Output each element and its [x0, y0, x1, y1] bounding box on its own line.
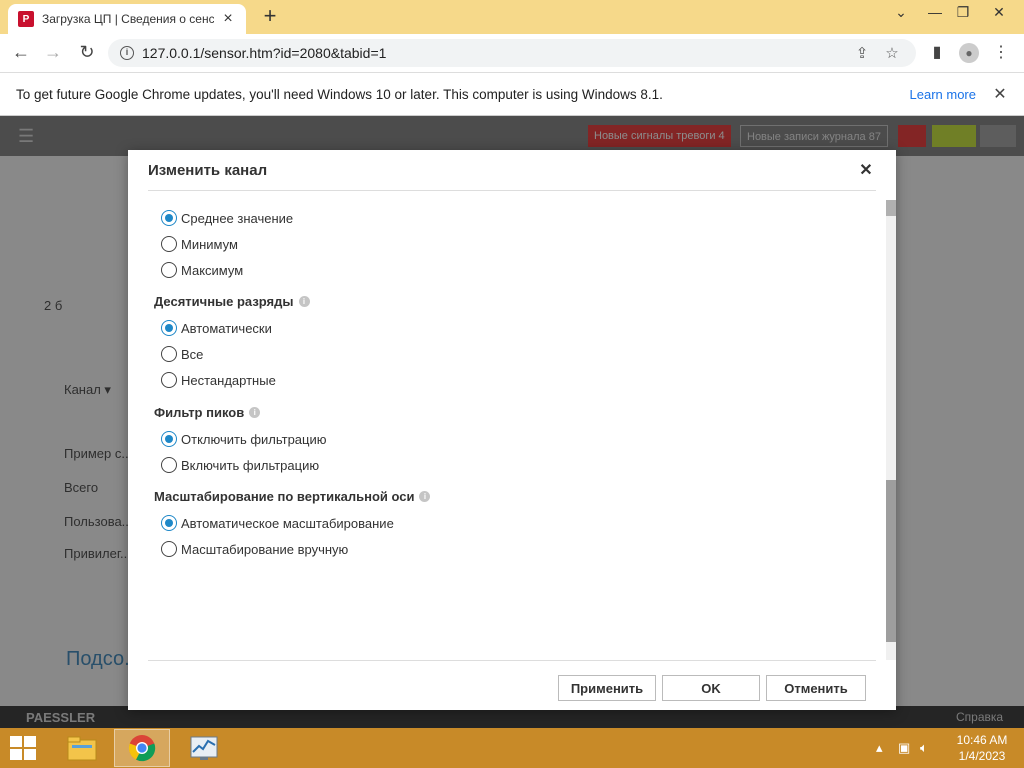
reload-button[interactable]: ↻: [74, 41, 100, 65]
radio-checked-icon[interactable]: [161, 431, 177, 447]
radio-label: Все: [181, 346, 204, 362]
browser-tab[interactable]: P Загрузка ЦП | Сведения о сенсоре ×: [8, 4, 246, 34]
dialog-header: Изменить канал ✕: [148, 150, 876, 191]
windows-start-icon[interactable]: [10, 736, 36, 760]
radio-minimum[interactable]: Минимум: [161, 234, 238, 254]
share-icon[interactable]: ⇪: [850, 44, 874, 62]
new-tab-button[interactable]: +: [258, 5, 282, 29]
radio-label: Автоматическое масштабирование: [181, 515, 394, 531]
forward-button[interactable]: →: [40, 41, 66, 65]
dialog-scrollbar[interactable]: [886, 200, 896, 660]
side-panel-icon[interactable]: ▮: [924, 41, 950, 65]
radio-label: Отключить фильтрацию: [181, 431, 327, 447]
radio-scale-manual[interactable]: Масштабирование вручную: [161, 539, 348, 559]
performance-monitor-icon[interactable]: [176, 729, 232, 767]
taskbar-clock[interactable]: 10:46 AM 1/4/2023: [950, 732, 1014, 764]
radio-label: Нестандартные: [181, 372, 276, 388]
radio-label: Включить фильтрацию: [181, 457, 320, 473]
infobar-close-icon[interactable]: ✕: [992, 84, 1008, 104]
dialog-close-icon[interactable]: ✕: [856, 160, 876, 180]
cancel-button[interactable]: Отменить: [766, 675, 866, 701]
edit-channel-dialog: Изменить канал ✕ Среднее значение Миниму…: [128, 150, 896, 710]
radio-label: Автоматически: [181, 320, 272, 336]
address-bar[interactable]: i 127.0.0.1/sensor.htm?id=2080&tabid=1 ⇪…: [108, 39, 916, 67]
clock-time: 10:46 AM: [956, 733, 1008, 747]
decimal-places-label: Десятичные разряды i: [154, 294, 310, 309]
file-explorer-icon[interactable]: [54, 729, 110, 767]
radio-decimal-all[interactable]: Все: [161, 344, 203, 364]
bookmark-star-icon[interactable]: ☆: [880, 44, 904, 62]
radio-scale-auto[interactable]: Автоматическое масштабирование: [161, 513, 394, 533]
radio-label: Среднее значение: [181, 210, 294, 226]
dialog-footer: Применить OK Отменить: [148, 660, 876, 710]
browser-titlebar: P Загрузка ЦП | Сведения о сенсоре × + ⌄…: [0, 0, 1024, 34]
radio-unchecked-icon[interactable]: [161, 346, 177, 362]
info-icon[interactable]: i: [249, 407, 261, 418]
tab-search-chevron-icon[interactable]: ⌄: [884, 0, 918, 30]
info-icon[interactable]: i: [419, 491, 431, 502]
network-icon[interactable]: ▣: [898, 728, 910, 768]
dialog-title: Изменить канал: [148, 161, 268, 179]
radio-average[interactable]: Среднее значение: [161, 208, 293, 228]
radio-checked-icon[interactable]: [161, 210, 177, 226]
radio-decimal-custom[interactable]: Нестандартные: [161, 370, 276, 390]
section-label-text: Масштабирование по вертикальной оси: [154, 489, 415, 504]
info-icon[interactable]: i: [298, 296, 310, 307]
restore-button[interactable]: ❐: [946, 0, 980, 30]
windows-taskbar: ▴ ▣ 🔈︎ 10:46 AM 1/4/2023: [0, 728, 1024, 768]
radio-label: Минимум: [181, 236, 238, 252]
profile-avatar-icon[interactable]: ●: [956, 41, 982, 65]
scrollbar-thumb[interactable]: [886, 480, 896, 642]
learn-more-link[interactable]: Learn more: [910, 87, 976, 102]
vertical-scaling-label: Масштабирование по вертикальной оси i: [154, 489, 431, 504]
chrome-menu-icon[interactable]: ⋮: [988, 41, 1014, 65]
close-window-button[interactable]: ✕: [982, 0, 1016, 30]
chrome-taskbar-icon[interactable]: [114, 729, 170, 767]
radio-decimal-auto[interactable]: Автоматически: [161, 318, 272, 338]
dialog-body: Среднее значение Минимум Максимум Десяти…: [148, 200, 876, 655]
prtg-favicon-icon: P: [18, 11, 34, 27]
scrollbar-top-segment[interactable]: [886, 200, 896, 216]
update-infobar: To get future Google Chrome updates, you…: [0, 72, 1024, 116]
url-text[interactable]: 127.0.0.1/sensor.htm?id=2080&tabid=1: [142, 45, 844, 61]
site-info-icon[interactable]: i: [120, 46, 134, 60]
infobar-message: To get future Google Chrome updates, you…: [16, 86, 663, 102]
browser-toolbar: ← → ↻ i 127.0.0.1/sensor.htm?id=2080&tab…: [0, 34, 1024, 72]
radio-checked-icon[interactable]: [161, 515, 177, 531]
radio-checked-icon[interactable]: [161, 320, 177, 336]
spike-filter-label: Фильтр пиков i: [154, 405, 261, 420]
back-button[interactable]: ←: [8, 41, 34, 65]
tab-title: Загрузка ЦП | Сведения о сенсоре: [42, 12, 214, 26]
radio-unchecked-icon[interactable]: [161, 372, 177, 388]
tray-overflow-icon[interactable]: ▴: [876, 728, 883, 768]
section-label-text: Десятичные разряды: [154, 294, 294, 309]
section-label-text: Фильтр пиков: [154, 405, 245, 420]
volume-icon[interactable]: 🔈︎: [920, 728, 928, 768]
radio-label: Максимум: [181, 262, 244, 278]
radio-unchecked-icon[interactable]: [161, 236, 177, 252]
ok-button[interactable]: OK: [662, 675, 760, 701]
tab-close-icon[interactable]: ×: [220, 10, 236, 28]
clock-date: 1/4/2023: [958, 749, 1006, 763]
radio-label: Масштабирование вручную: [181, 541, 349, 557]
radio-maximum[interactable]: Максимум: [161, 260, 243, 280]
apply-button[interactable]: Применить: [558, 675, 656, 701]
radio-unchecked-icon[interactable]: [161, 541, 177, 557]
radio-unchecked-icon[interactable]: [161, 262, 177, 278]
radio-filter-on[interactable]: Включить фильтрацию: [161, 455, 319, 475]
radio-filter-off[interactable]: Отключить фильтрацию: [161, 429, 327, 449]
radio-unchecked-icon[interactable]: [161, 457, 177, 473]
